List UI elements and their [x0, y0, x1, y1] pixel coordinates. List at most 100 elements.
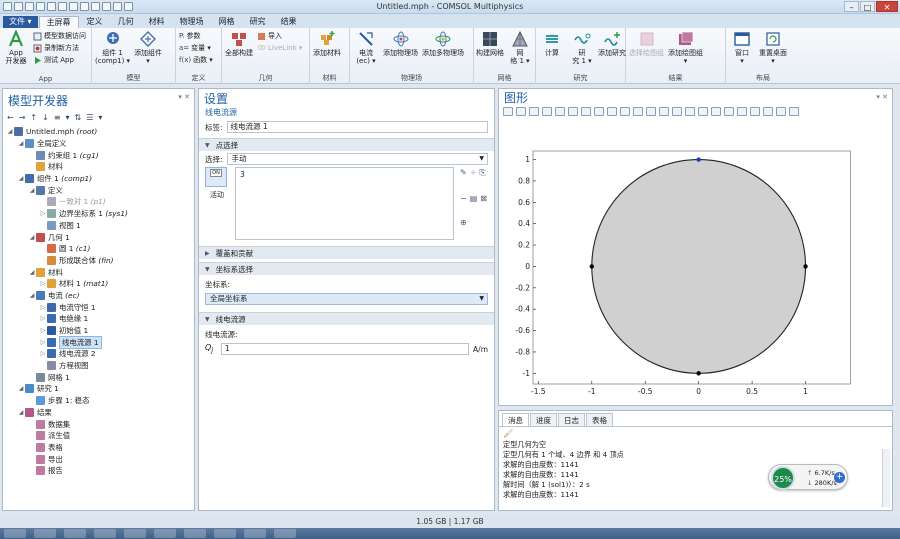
label-input[interactable]: 线电流源 1: [226, 121, 488, 133]
tree-node[interactable]: 网格 1: [6, 371, 194, 383]
arrow-down-icon[interactable]: ↓: [42, 113, 49, 122]
tree-node[interactable]: 导出: [6, 453, 194, 465]
section-coordinate-system[interactable]: ▼ 坐标系选择: [199, 262, 494, 275]
build-all-button[interactable]: 全部构建: [225, 30, 253, 73]
mesh-1-button[interactable]: 网 格 1 ▾: [507, 30, 533, 73]
wireframe-icon[interactable]: [685, 107, 695, 116]
tree-expander-icon[interactable]: ▷: [39, 315, 47, 322]
tree-node[interactable]: ▷ 初始值 1: [6, 325, 194, 337]
tree-node[interactable]: 数据集: [6, 418, 194, 430]
layout-icon[interactable]: [124, 2, 133, 11]
tree-node[interactable]: ◢ 研究 1: [6, 383, 194, 395]
record-method-button[interactable]: 录制新方法: [33, 43, 86, 53]
open-file-icon[interactable]: [14, 2, 23, 11]
app-builder-button[interactable]: App 开发器: [3, 30, 29, 73]
pin-icon[interactable]: ▾ ✕: [178, 93, 190, 101]
functions-button[interactable]: f(x) 函数 ▾: [179, 55, 213, 65]
tree-node[interactable]: ▷ 线电流源 2: [6, 348, 194, 360]
parameters-button[interactable]: Pᵢ 参数: [179, 31, 213, 41]
tree-options-icon[interactable]: ☰: [86, 113, 93, 122]
dropdown-icon[interactable]: ▾: [98, 113, 102, 122]
taskbar-app-7[interactable]: [214, 529, 236, 538]
test-app-button[interactable]: 测试 App: [33, 55, 86, 65]
scene-light-icon[interactable]: [672, 107, 682, 116]
print-icon[interactable]: [659, 107, 669, 116]
pick-selection-icon[interactable]: ✎: [460, 168, 467, 191]
tree-node[interactable]: ◢ 材料: [6, 266, 194, 278]
add-material-button[interactable]: 添加材料: [313, 30, 341, 73]
tree-node[interactable]: 圆 1 (c1): [6, 243, 194, 255]
network-speed-widget[interactable]: 25% ↑ 6.7K/s ↓ 280K/s +: [768, 464, 848, 490]
plus-icon[interactable]: +: [834, 472, 845, 483]
tree-node[interactable]: ◢ 几何 1: [6, 231, 194, 243]
redo-icon[interactable]: [58, 2, 67, 11]
copy-icon[interactable]: [80, 2, 89, 11]
current-physics-button[interactable]: 电流 (ec) ▾: [353, 30, 379, 73]
tree-node[interactable]: 表格: [6, 442, 194, 454]
tab-progress[interactable]: 进度: [530, 413, 557, 426]
select-box-icon[interactable]: [581, 107, 591, 116]
geometry-domain-circle[interactable]: [591, 159, 807, 374]
tree-expander-icon[interactable]: ◢: [28, 269, 36, 276]
livelink-button[interactable]: LiveLink ▾: [257, 43, 302, 52]
model-data-access-button[interactable]: 模型数据访问: [33, 31, 86, 41]
tree-node[interactable]: 形成联合体 (fin): [6, 255, 194, 267]
tab-geometry[interactable]: 几何: [111, 16, 141, 28]
tree-node[interactable]: 约束组 1 (cg1): [6, 149, 194, 161]
taskbar-app-4[interactable]: [124, 529, 146, 538]
taskbar-app-8[interactable]: [244, 529, 266, 538]
tree-node[interactable]: ▷ 电绝缘 1: [6, 313, 194, 325]
section-point-selection[interactable]: ▼ 点选择: [199, 138, 494, 151]
pin-icon[interactable]: ▾ ✕: [876, 93, 888, 101]
show-icon[interactable]: [750, 107, 760, 116]
zoom-extents-icon[interactable]: [555, 107, 565, 116]
add-multiphysics-button[interactable]: 添加多物理场: [422, 30, 464, 73]
section-line-current-source[interactable]: ▼ 线电流源: [199, 312, 494, 325]
tree-expander-icon[interactable]: ◢: [17, 175, 25, 182]
tab-materials[interactable]: 材料: [142, 16, 172, 28]
taskbar-app-9[interactable]: [274, 529, 296, 538]
compute-button[interactable]: 计算: [539, 30, 565, 73]
tree-expander-icon[interactable]: ▷: [39, 350, 47, 357]
import-button[interactable]: 导入: [257, 31, 302, 41]
locate-selection-icon[interactable]: ⊕: [460, 218, 467, 240]
taskbar-app-6[interactable]: [184, 529, 206, 538]
tree-node[interactable]: ◢ 组件 1 (comp1): [6, 173, 194, 185]
tree-expander-icon[interactable]: ▷: [39, 339, 47, 346]
study-1-button[interactable]: 研 究 1 ▾: [569, 30, 595, 73]
minimize-button[interactable]: –: [844, 1, 859, 12]
expand-icon[interactable]: ▾: [66, 113, 70, 122]
tab-physics[interactable]: 物理场: [173, 16, 211, 28]
clear-messages-icon[interactable]: 🖌: [499, 427, 892, 440]
tab-messages[interactable]: 消息: [502, 413, 529, 426]
messages-scrollbar[interactable]: [882, 449, 890, 507]
tree-expander-icon[interactable]: ◢: [28, 292, 36, 299]
tree-node[interactable]: 材料: [6, 161, 194, 173]
new-file-icon[interactable]: [3, 2, 12, 11]
add-physics-button[interactable]: 添加物理场: [383, 30, 418, 73]
delete-icon[interactable]: [102, 2, 111, 11]
select-plot-group-button[interactable]: 选择绘图组: [629, 30, 664, 73]
tree-node[interactable]: ▷ 线电流源 1: [6, 335, 194, 349]
tree-expander-icon[interactable]: ◢: [6, 128, 14, 135]
build-mesh-button[interactable]: 构建网格: [476, 30, 504, 73]
copy-selection-icon[interactable]: ⎘: [479, 168, 485, 191]
active-toggle[interactable]: ON: [205, 167, 227, 187]
add-component-button[interactable]: 添加组件 ▾: [134, 30, 162, 73]
select-domain-icon[interactable]: [620, 107, 630, 116]
tab-study[interactable]: 研究: [243, 16, 273, 28]
remove-selection-icon[interactable]: −: [460, 194, 467, 216]
tree-expander-icon[interactable]: ▷: [39, 327, 47, 334]
tree-node[interactable]: 步骤 1: 稳态: [6, 395, 194, 407]
selection-dropdown[interactable]: 手动 ▼: [226, 153, 488, 165]
taskbar-app-3[interactable]: [94, 529, 116, 538]
start-button[interactable]: [4, 529, 26, 538]
zoom-selection-icon[interactable]: ⊠: [480, 194, 487, 216]
close-button[interactable]: ✕: [876, 1, 898, 12]
section-override[interactable]: ▶ 覆盖和贡献: [199, 246, 494, 259]
select-boundary-icon[interactable]: [633, 107, 643, 116]
tab-table[interactable]: 表格: [586, 413, 613, 426]
tree-expander-icon[interactable]: ◢: [17, 409, 25, 416]
reset-desktop-button[interactable]: 重置桌面 ▾: [759, 30, 787, 73]
settings-icon[interactable]: [113, 2, 122, 11]
